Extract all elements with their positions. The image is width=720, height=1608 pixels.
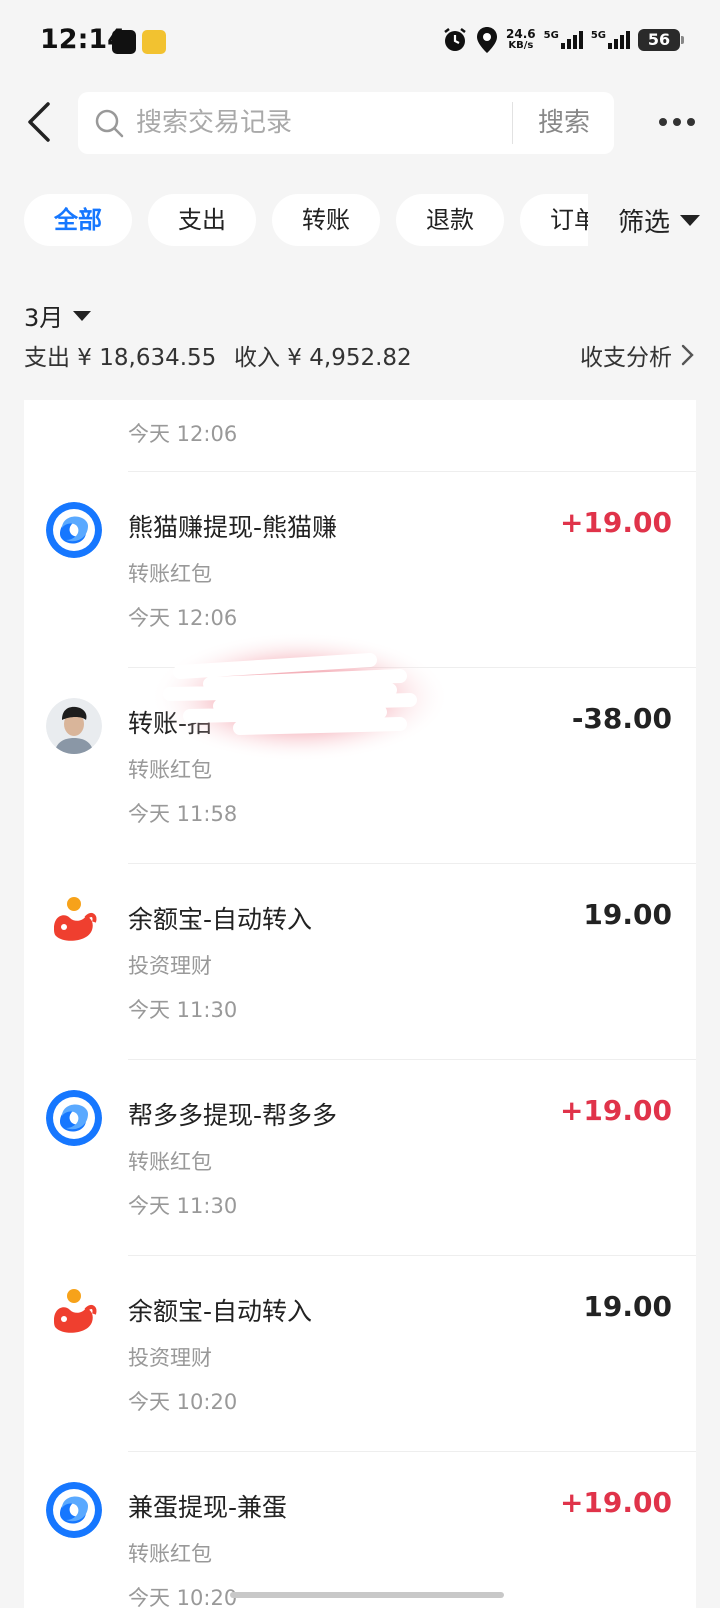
list-item[interactable]: 帮多多提现-帮多多 转账红包 今天 11:30 +19.00	[24, 1060, 696, 1256]
analysis-link[interactable]: 收支分析	[580, 338, 696, 372]
month-label: 3月	[24, 304, 64, 332]
yuebao-icon	[54, 1289, 97, 1333]
search-icon	[95, 109, 124, 138]
analysis-label: 收支分析	[580, 345, 672, 371]
more-options-button[interactable]	[652, 104, 702, 140]
chevron-right-icon	[681, 344, 694, 366]
chip-refund[interactable]: 退款	[396, 194, 504, 246]
search-box[interactable]: 搜索	[78, 92, 614, 154]
transfer-swirl-icon	[46, 1482, 102, 1538]
list-item[interactable]: 兼蛋提现-兼蛋 转账红包 今天 10:20 +19.00	[24, 1452, 696, 1608]
alarm-icon	[444, 28, 466, 51]
caret-down-icon	[680, 214, 700, 226]
dot-icon	[659, 118, 667, 126]
transaction-time: 今天 12:06	[128, 606, 238, 630]
transaction-amount: 19.00	[583, 898, 672, 931]
chip-transfer[interactable]: 转账	[272, 194, 380, 246]
transaction-amount: 19.00	[583, 1290, 672, 1323]
user-avatar	[46, 698, 102, 754]
filter-chips: 全部 支出 转账 退款 订单 筛选	[0, 194, 720, 246]
signal-1: 5G	[544, 31, 583, 49]
redaction-scribble	[150, 632, 450, 762]
transaction-time: 今天 11:30	[128, 998, 238, 1022]
transaction-category: 转账红包	[128, 1150, 212, 1174]
list-item[interactable]: 余额宝-自动转入 投资理财 今天 10:20 19.00	[24, 1256, 696, 1452]
location-icon	[477, 27, 498, 53]
search-input[interactable]	[136, 92, 506, 154]
transaction-title: 兼蛋提现-兼蛋	[128, 1493, 288, 1522]
chip-all[interactable]: 全部	[24, 194, 132, 246]
dot-icon	[673, 118, 681, 126]
transaction-amount: +19.00	[559, 1094, 672, 1127]
status-bar: 12:14 24.6 KB/s 5G 5G 56	[0, 0, 720, 84]
transfer-swirl-icon	[46, 502, 102, 558]
transaction-title: 余额宝-自动转入	[128, 1297, 313, 1326]
transaction-amount: -38.00	[571, 702, 672, 735]
transaction-time: 今天 10:20	[128, 1586, 238, 1608]
transaction-title: 熊猫赚提现-熊猫赚	[128, 513, 338, 542]
transaction-title: 余额宝-自动转入	[128, 905, 313, 934]
home-indicator[interactable]	[230, 1592, 504, 1598]
month-summary: 支出 ¥ 18,634.55 收入 ¥ 4,952.82 收支分析	[24, 338, 696, 372]
back-arrow-icon	[28, 102, 50, 142]
yuebao-icon	[54, 897, 97, 941]
transfer-swirl-icon	[46, 1090, 102, 1146]
search-header: 搜索	[0, 90, 720, 154]
game-notification-icon	[142, 30, 166, 54]
transaction-category: 转账红包	[128, 1542, 212, 1566]
list-item[interactable]: 今天 12:06	[24, 400, 696, 472]
network-speed: 24.6 KB/s	[506, 27, 536, 51]
filter-button[interactable]: 筛选	[618, 194, 700, 246]
transaction-category: 投资理财	[128, 954, 212, 978]
status-indicators: 24.6 KB/s 5G 5G 56	[442, 26, 684, 54]
transaction-amount: +19.00	[559, 1486, 672, 1519]
transaction-list: 今天 12:06 熊猫赚提现-熊猫赚 转账红包 今天 12:06 +19.00 …	[24, 400, 696, 1608]
month-selector[interactable]: 3月	[24, 298, 92, 333]
transaction-time: 今天 11:58	[128, 802, 238, 826]
list-item[interactable]: 余额宝-自动转入 投资理财 今天 11:30 19.00	[24, 864, 696, 1060]
transaction-time: 今天 12:06	[128, 422, 238, 446]
caret-down-icon	[73, 310, 92, 321]
dot-icon	[687, 118, 695, 126]
transaction-time: 今天 10:20	[128, 1390, 238, 1414]
battery-indicator: 56	[638, 29, 684, 51]
income-total: 收入 ¥ 4,952.82	[234, 345, 412, 371]
chip-expense[interactable]: 支出	[148, 194, 256, 246]
transaction-category: 转账红包	[128, 562, 212, 586]
transaction-title: 帮多多提现-帮多多	[128, 1101, 338, 1130]
search-divider	[512, 102, 513, 144]
signal-2: 5G	[591, 31, 630, 49]
transaction-amount: +19.00	[559, 506, 672, 539]
search-button[interactable]: 搜索	[514, 92, 614, 154]
transaction-time: 今天 11:30	[128, 1194, 238, 1218]
back-button[interactable]	[22, 100, 62, 144]
app-notification-icon	[112, 30, 136, 54]
transaction-category: 投资理财	[128, 1346, 212, 1370]
expense-total: 支出 ¥ 18,634.55	[24, 345, 217, 371]
filter-label: 筛选	[617, 207, 670, 238]
